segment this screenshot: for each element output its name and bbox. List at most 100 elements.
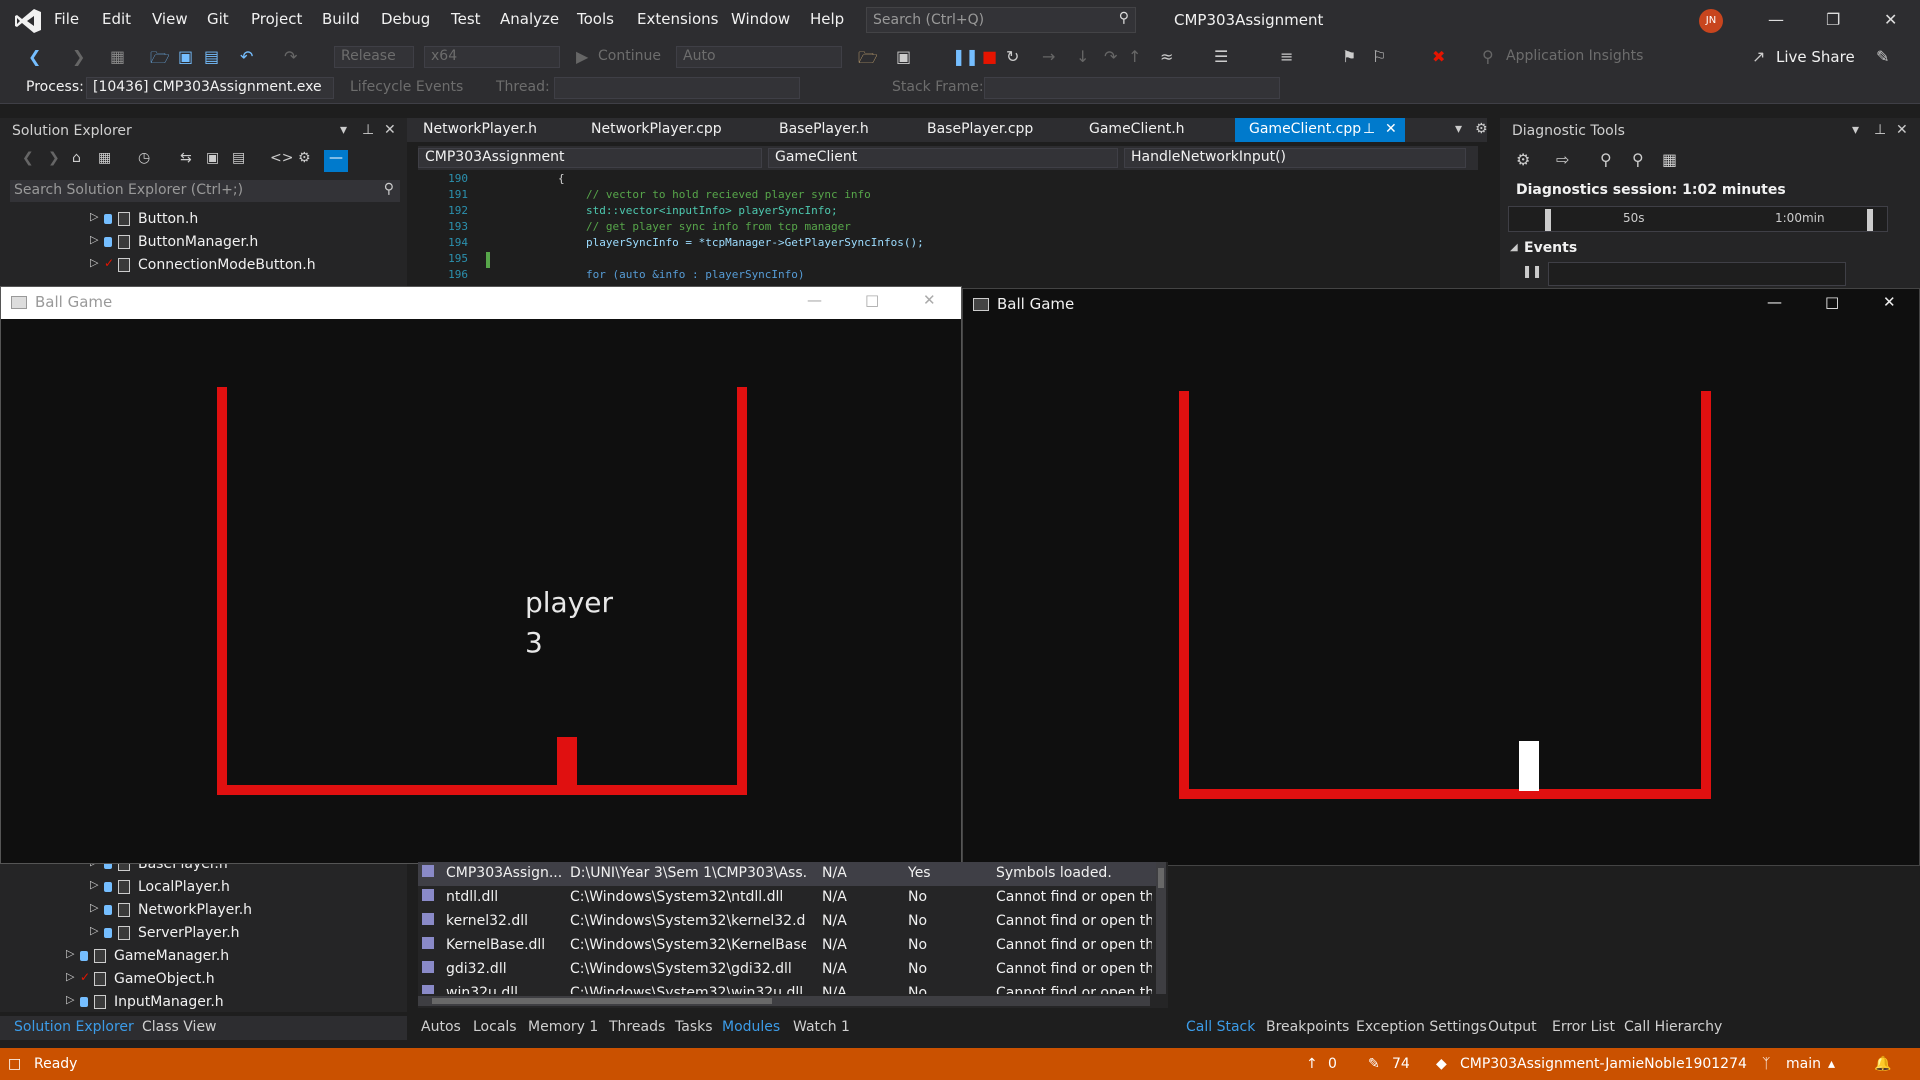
game-canvas[interactable] bbox=[963, 321, 1919, 865]
expand-arrow-icon[interactable]: ▷ bbox=[66, 970, 74, 983]
method-select[interactable]: HandleNetworkInput() bbox=[1124, 148, 1466, 168]
tab-gameclient-h[interactable]: GameClient.h bbox=[1075, 118, 1199, 142]
push-icon[interactable]: ↑ bbox=[1306, 1056, 1318, 1072]
tab-gameclient-cpp[interactable]: GameClient.cpp ⊥ ✕ bbox=[1235, 118, 1405, 142]
restart-icon[interactable]: ↻ bbox=[1006, 47, 1019, 66]
timeline-start-handle[interactable] bbox=[1545, 209, 1551, 231]
table-row[interactable]: CMP303Assign... D:\UNI\Year 3\Sem 1\CMP3… bbox=[418, 862, 1158, 886]
application-insights-button[interactable]: Application Insights bbox=[1506, 48, 1643, 64]
menu-project[interactable]: Project bbox=[251, 10, 302, 28]
platform-select[interactable]: x64 bbox=[424, 46, 560, 68]
back-icon[interactable]: ❮ bbox=[28, 47, 41, 66]
minimize-icon[interactable]: — bbox=[807, 291, 822, 309]
expand-arrow-icon[interactable]: ▷ bbox=[90, 233, 98, 246]
menu-git[interactable]: Git bbox=[207, 10, 229, 28]
expand-arrow-icon[interactable]: ▷ bbox=[90, 256, 98, 269]
close-tab-icon[interactable]: ✕ bbox=[1385, 121, 1397, 137]
tab-watch-1[interactable]: Watch 1 bbox=[793, 1019, 850, 1035]
pencil-icon[interactable]: ✎ bbox=[1368, 1056, 1380, 1072]
tab-baseplayer-h[interactable]: BasePlayer.h bbox=[765, 118, 883, 142]
reset-zoom-icon[interactable]: ▦ bbox=[1662, 150, 1677, 169]
collapse-arrow-icon[interactable]: ◢ bbox=[1510, 242, 1518, 253]
tree-item-connectionmodebutton-h[interactable]: ▷ ✓ ConnectionModeButton.h bbox=[90, 256, 390, 278]
properties-icon[interactable]: ⚙ bbox=[298, 150, 311, 166]
forward-icon[interactable]: ❯ bbox=[48, 150, 60, 166]
menu-view[interactable]: View bbox=[152, 10, 188, 28]
tree-item-localplayer-h[interactable]: ▷ LocalPlayer.h bbox=[90, 878, 390, 900]
sync-icon[interactable]: ⇆ bbox=[180, 150, 192, 166]
tab-baseplayer-cpp[interactable]: BasePlayer.cpp bbox=[913, 118, 1047, 142]
visual-studio-logo-icon[interactable] bbox=[14, 8, 42, 34]
horizontal-scrollbar[interactable] bbox=[418, 996, 1150, 1006]
stop-icon[interactable]: ■ bbox=[982, 47, 997, 66]
timeline-end-handle[interactable] bbox=[1867, 209, 1873, 231]
repository-icon[interactable]: ◆ bbox=[1436, 1056, 1447, 1072]
minimize-icon[interactable]: — bbox=[1768, 10, 1784, 29]
tab-class-view[interactable]: Class View bbox=[142, 1019, 217, 1035]
tab-solution-explorer[interactable]: Solution Explorer bbox=[14, 1019, 134, 1035]
back-icon[interactable]: ❮ bbox=[22, 150, 34, 166]
thread-icon[interactable]: ☰ bbox=[1214, 47, 1228, 66]
new-item-icon[interactable]: ▦ bbox=[110, 47, 125, 66]
continue-button[interactable]: Continue bbox=[598, 48, 661, 64]
redo-icon[interactable]: ↷ bbox=[284, 47, 297, 66]
tree-item-serverplayer-h[interactable]: ▷ ServerPlayer.h bbox=[90, 924, 390, 946]
tab-breakpoints[interactable]: Breakpoints bbox=[1266, 1019, 1349, 1035]
configuration-select[interactable]: Release bbox=[334, 46, 414, 68]
vertical-scrollbar[interactable] bbox=[1156, 862, 1166, 994]
process-select[interactable]: [10436] CMP303Assignment.exe bbox=[86, 77, 334, 99]
stack-frame-select[interactable] bbox=[984, 77, 1280, 99]
game-canvas[interactable]: player 3 bbox=[1, 319, 961, 863]
expand-arrow-icon[interactable]: ▷ bbox=[90, 878, 98, 891]
pin-icon[interactable]: ⊥ bbox=[362, 122, 374, 138]
restore-icon[interactable]: ❐ bbox=[1826, 10, 1840, 29]
table-row[interactable]: KernelBase.dll C:\Windows\System32\Kerne… bbox=[418, 934, 1158, 958]
zoom-in-icon[interactable]: ⚲ bbox=[1600, 150, 1612, 169]
expand-arrow-icon[interactable]: ▷ bbox=[66, 947, 74, 960]
expand-arrow-icon[interactable]: ▷ bbox=[90, 924, 98, 937]
close-panel-icon[interactable]: ✕ bbox=[384, 122, 396, 138]
push-count[interactable]: 0 bbox=[1328, 1056, 1337, 1072]
clear-bookmark-icon[interactable]: ✖ bbox=[1432, 47, 1445, 66]
auto-select[interactable]: Auto bbox=[676, 46, 842, 68]
insights-icon[interactable]: ⚲ bbox=[1482, 47, 1494, 66]
tab-networkplayer-h[interactable]: NetworkPlayer.h bbox=[409, 118, 551, 142]
menu-debug[interactable]: Debug bbox=[381, 10, 430, 28]
show-all-files-icon[interactable]: ▤ bbox=[232, 150, 245, 166]
tree-item-gameobject-h[interactable]: ▷ ✓ GameObject.h bbox=[66, 970, 386, 992]
pending-changes-count[interactable]: 74 bbox=[1392, 1056, 1410, 1072]
lifecycle-events-button[interactable]: Lifecycle Events bbox=[350, 79, 463, 95]
solution-search-input[interactable]: Search Solution Explorer (Ctrl+;) ⚲ bbox=[10, 180, 400, 202]
maximize-icon[interactable]: □ bbox=[865, 291, 879, 309]
next-bookmark-icon[interactable]: ⚐ bbox=[1372, 47, 1386, 66]
ball-game-window-2[interactable]: Ball Game — □ ✕ bbox=[962, 288, 1920, 866]
menu-edit[interactable]: Edit bbox=[102, 10, 131, 28]
tree-item-buttonmanager-h[interactable]: ▷ ButtonManager.h bbox=[90, 233, 390, 255]
code-editor[interactable]: 190 { 191 // vector to hold recieved playe… bbox=[418, 172, 1468, 286]
switch-views-icon[interactable]: ▦ bbox=[98, 150, 111, 166]
panel-menu-icon[interactable]: ▾ bbox=[340, 122, 347, 138]
expand-arrow-icon[interactable]: ▷ bbox=[90, 210, 98, 223]
scrollbar-thumb[interactable] bbox=[432, 998, 772, 1004]
tree-item-networkplayer-h[interactable]: ▷ NetworkPlayer.h bbox=[90, 901, 390, 923]
repository-name[interactable]: CMP303Assignment-JamieNoble1901274 bbox=[1460, 1056, 1747, 1072]
tab-call-hierarchy[interactable]: Call Hierarchy bbox=[1624, 1019, 1722, 1035]
class-select[interactable]: GameClient bbox=[768, 148, 1118, 168]
thread-select[interactable] bbox=[554, 77, 800, 99]
save-all-icon[interactable]: ▤ bbox=[204, 47, 219, 66]
tab-overflow-icon[interactable]: ▾ bbox=[1455, 121, 1462, 137]
pause-icon[interactable]: ❚❚ bbox=[952, 47, 979, 66]
continue-icon[interactable]: ▶ bbox=[576, 47, 588, 66]
tab-call-stack[interactable]: Call Stack bbox=[1186, 1019, 1255, 1035]
close-panel-icon[interactable]: ✕ bbox=[1896, 122, 1908, 138]
folder-icon[interactable]: 🗁 bbox=[858, 47, 878, 74]
step-over-icon[interactable]: ↓ bbox=[1076, 47, 1089, 66]
tab-autos[interactable]: Autos bbox=[421, 1019, 461, 1035]
table-row[interactable]: kernel32.dll C:\Windows\System32\kernel3… bbox=[418, 910, 1158, 934]
settings-icon[interactable]: ⚙ bbox=[1516, 150, 1530, 169]
step-back-icon[interactable]: ↑ bbox=[1128, 47, 1141, 66]
menu-window[interactable]: Window bbox=[731, 10, 790, 28]
pin-icon[interactable]: ⊥ bbox=[1363, 121, 1375, 137]
panel-menu-icon[interactable]: ▾ bbox=[1852, 122, 1859, 138]
tab-error-list[interactable]: Error List bbox=[1552, 1019, 1615, 1035]
